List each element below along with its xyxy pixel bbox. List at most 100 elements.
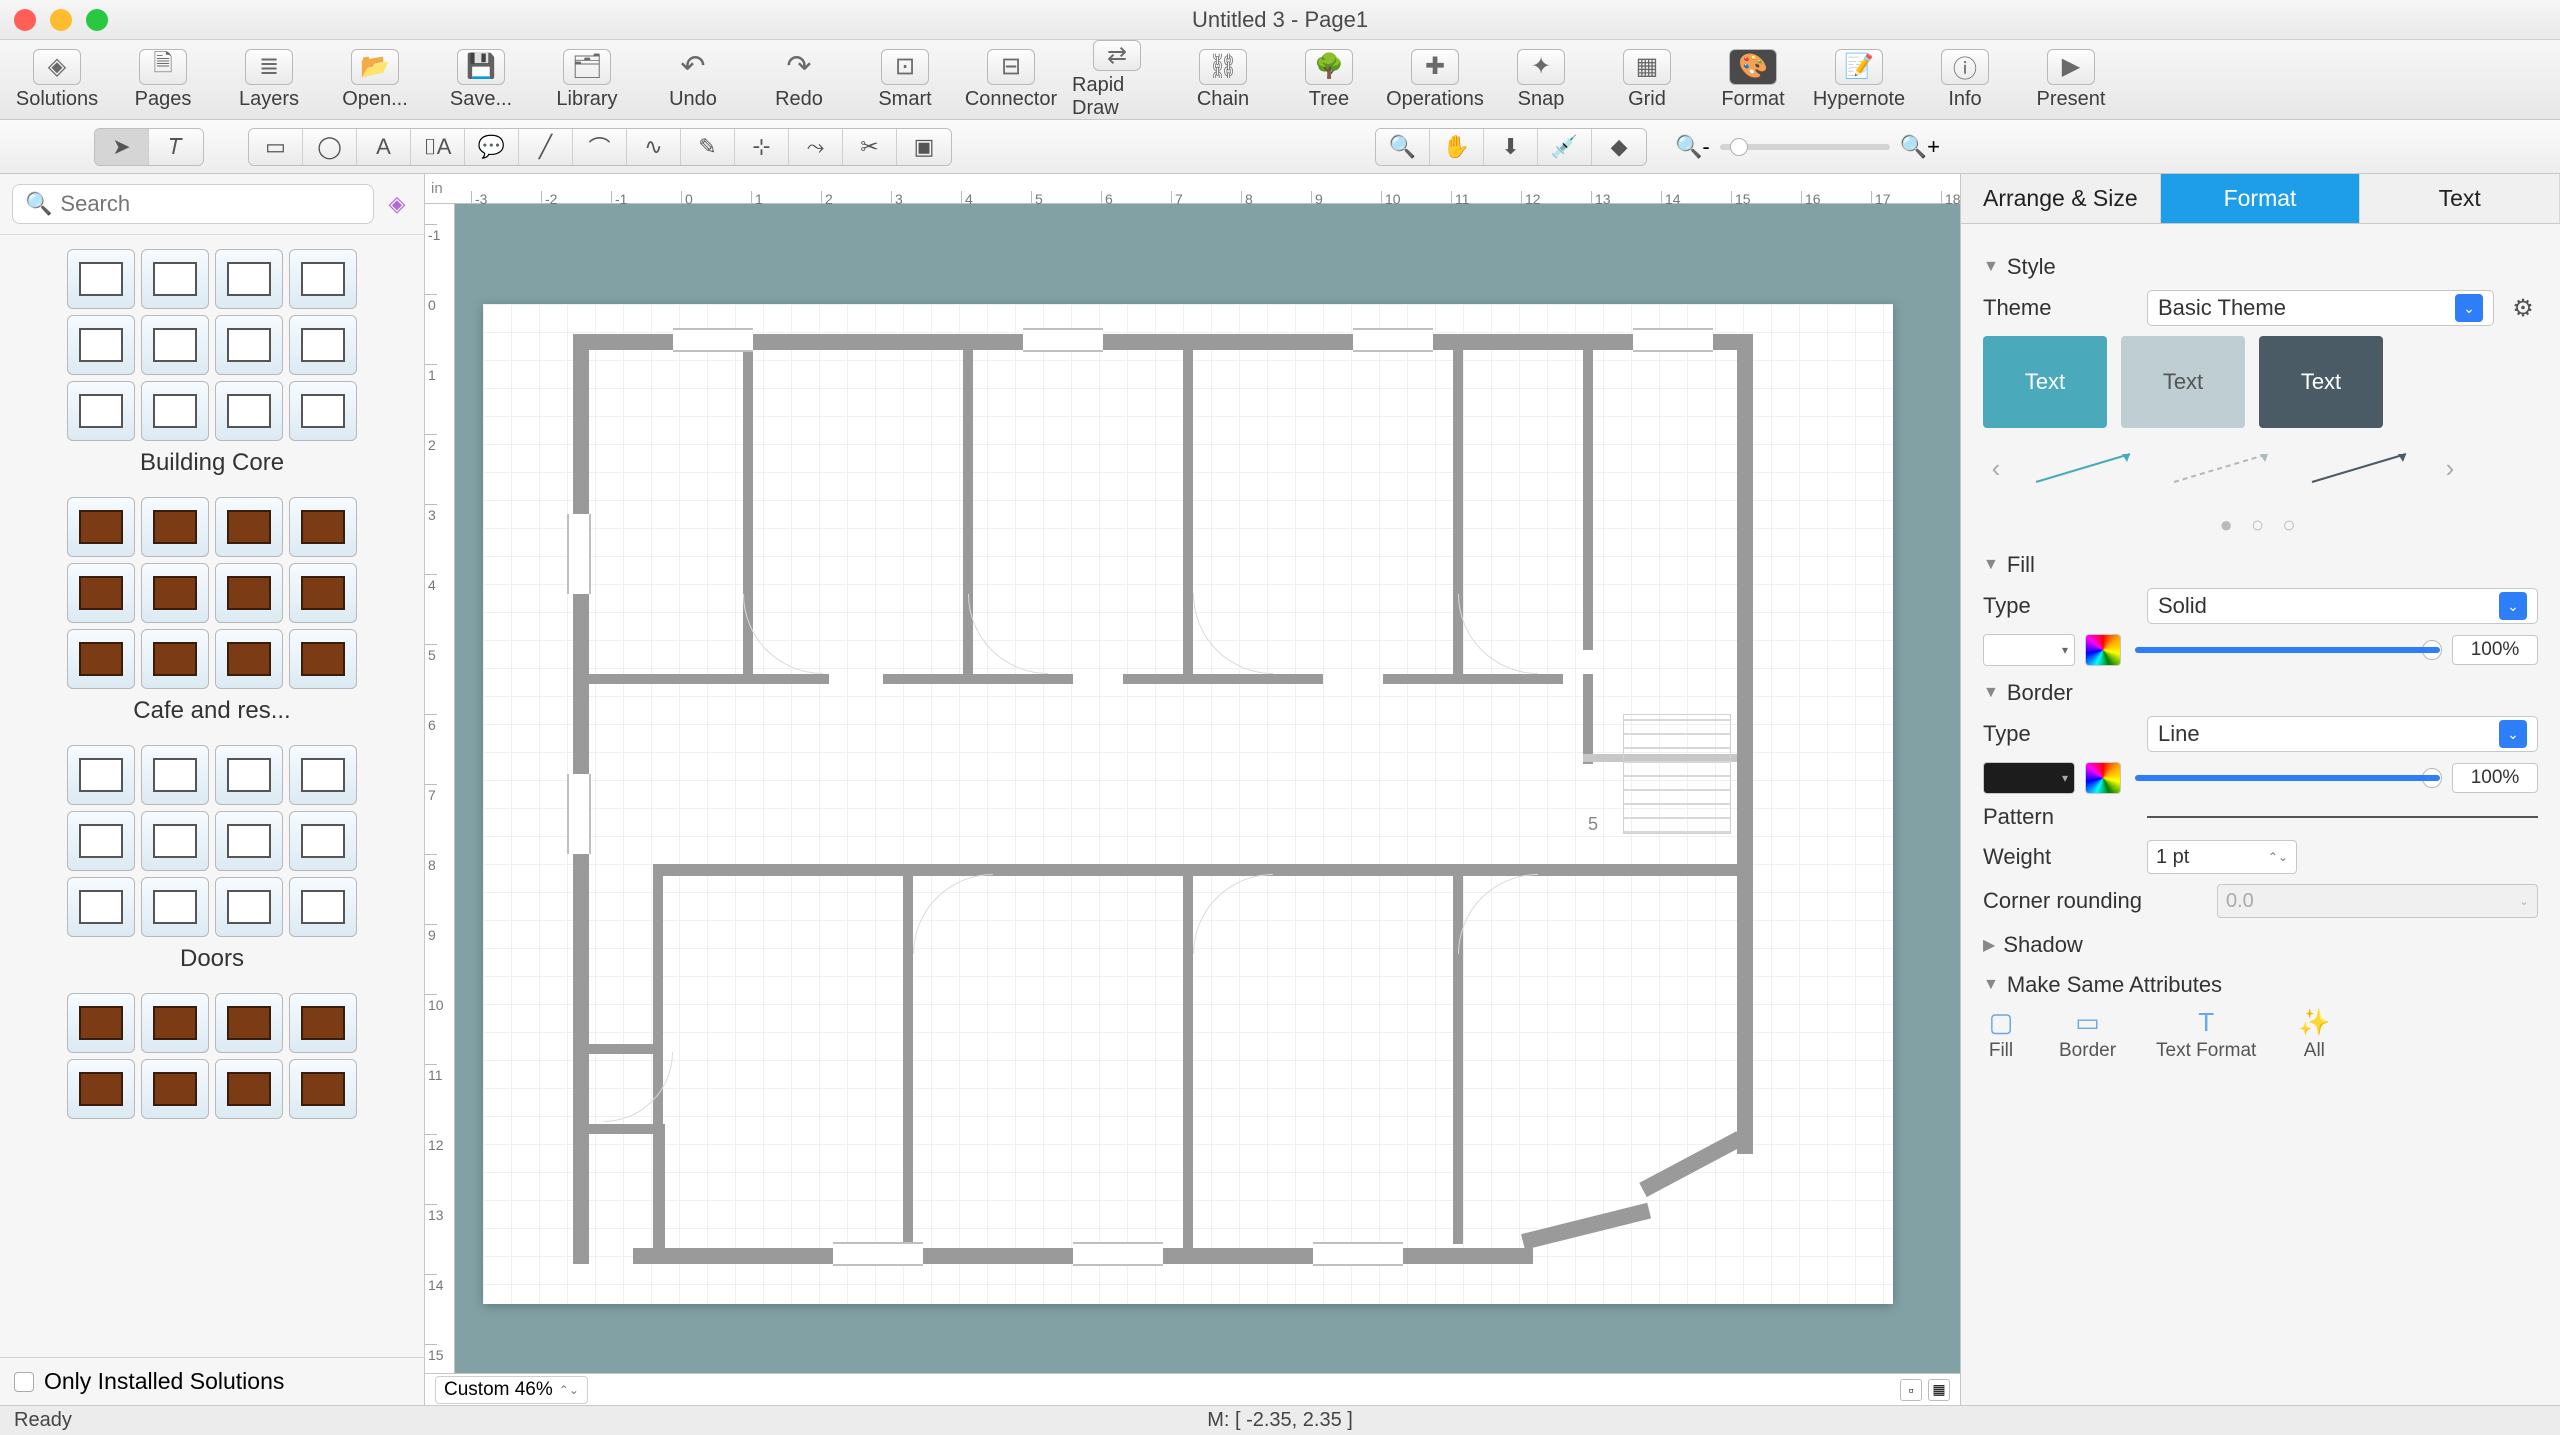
shape-thumb[interactable]: [289, 993, 357, 1053]
shape-thumb[interactable]: [289, 745, 357, 805]
close-window-button[interactable]: [14, 9, 36, 31]
stamp-tool[interactable]: ▣: [897, 129, 951, 165]
tab-arrange-size[interactable]: Arrange & Size: [1961, 174, 2161, 223]
shape-thumb[interactable]: [67, 563, 135, 623]
tab-text[interactable]: Text: [2360, 174, 2560, 223]
snap-toggle-icon[interactable]: ▫: [1900, 1379, 1922, 1401]
shape-thumb[interactable]: [215, 629, 283, 689]
callout-tool[interactable]: 💬: [465, 129, 519, 165]
shape-thumb[interactable]: [215, 745, 283, 805]
same-border-button[interactable]: ▭Border: [2059, 1008, 2116, 1062]
chain-button[interactable]: ⛓Chain: [1178, 42, 1268, 118]
shape-thumb[interactable]: [141, 811, 209, 871]
line-swatch-2[interactable]: [2161, 438, 2285, 498]
shape-thumb[interactable]: [67, 877, 135, 937]
shape-thumb[interactable]: [289, 315, 357, 375]
border-type-select[interactable]: Line⌄: [2147, 716, 2538, 752]
color-wheel-icon[interactable]: [2085, 634, 2121, 666]
shape-thumb[interactable]: [289, 497, 357, 557]
zoom-window-button[interactable]: [86, 9, 108, 31]
shape-thumb[interactable]: [141, 745, 209, 805]
dropper-tool[interactable]: ⬇: [1484, 129, 1538, 165]
border-opacity-slider[interactable]: [2135, 775, 2440, 781]
fill-opacity-slider[interactable]: [2135, 647, 2440, 653]
shape-thumb[interactable]: [67, 249, 135, 309]
connector-button[interactable]: ⊟Connector: [966, 42, 1056, 118]
info-button[interactable]: ⓘInfo: [1920, 42, 2010, 118]
rect-tool[interactable]: ▭: [249, 129, 303, 165]
shape-thumb[interactable]: [141, 563, 209, 623]
section-border-header[interactable]: ▼Border: [1983, 680, 2538, 706]
hand-tool[interactable]: ✋: [1430, 129, 1484, 165]
shape-thumb[interactable]: [141, 315, 209, 375]
only-installed-checkbox[interactable]: [14, 1372, 34, 1392]
shape-thumb[interactable]: [289, 249, 357, 309]
shape-thumb[interactable]: [67, 745, 135, 805]
shape-thumb[interactable]: [67, 811, 135, 871]
pages-button[interactable]: 🗎Pages: [118, 42, 208, 118]
swatch-prev-icon[interactable]: ‹: [1983, 453, 2009, 484]
tree-button[interactable]: 🌳Tree: [1284, 42, 1374, 118]
section-fill-header[interactable]: ▼Fill: [1983, 552, 2538, 578]
same-textformat-button[interactable]: TText Format: [2156, 1008, 2256, 1062]
rapid-button[interactable]: ⇄Rapid Draw: [1072, 42, 1162, 118]
zoom-select[interactable]: Custom 46%⌃⌄: [435, 1376, 588, 1404]
gear-icon[interactable]: ⚙: [2508, 294, 2538, 323]
shape-thumb[interactable]: [141, 497, 209, 557]
border-color-wheel-icon[interactable]: [2085, 762, 2121, 794]
save-button[interactable]: 💾Save...: [436, 42, 526, 118]
operations-button[interactable]: ✚Operations: [1390, 42, 1480, 118]
shape-thumb[interactable]: [289, 1059, 357, 1119]
shape-thumb[interactable]: [289, 877, 357, 937]
scissors-tool[interactable]: ✂: [843, 129, 897, 165]
style-swatch-2[interactable]: Text: [2121, 336, 2245, 428]
shape-thumb[interactable]: [67, 315, 135, 375]
snap-button[interactable]: ✦Snap: [1496, 42, 1586, 118]
present-button[interactable]: ▶Present: [2026, 42, 2116, 118]
pointer-tool[interactable]: ➤: [95, 129, 149, 165]
border-color-dropdown[interactable]: ▾: [1983, 762, 2075, 794]
ellipse-tool[interactable]: ◯: [303, 129, 357, 165]
shape-thumb[interactable]: [215, 249, 283, 309]
section-shadow-header[interactable]: ▶Shadow: [1983, 932, 2538, 958]
swatch-page-dots[interactable]: ● ○ ○: [1983, 512, 2538, 538]
search-input[interactable]: [60, 191, 361, 217]
pin-icon[interactable]: ◈: [382, 184, 412, 224]
shape-thumb[interactable]: [215, 381, 283, 441]
drawing-canvas[interactable]: 5: [455, 204, 1960, 1373]
grid-toggle-icon[interactable]: ▦: [1928, 1379, 1950, 1401]
shape-thumb[interactable]: [215, 811, 283, 871]
same-fill-button[interactable]: ▢Fill: [1983, 1008, 2019, 1062]
section-style-header[interactable]: ▼Style: [1983, 254, 2538, 280]
line-swatch-1[interactable]: [2023, 438, 2147, 498]
textbox-tool[interactable]: ⌷A: [411, 129, 465, 165]
node-tool[interactable]: ⊹: [735, 129, 789, 165]
hypernote-button[interactable]: 📝Hypernote: [1814, 42, 1904, 118]
shape-thumb[interactable]: [141, 629, 209, 689]
shape-thumb[interactable]: [289, 381, 357, 441]
undo-button[interactable]: ↶Undo: [648, 42, 738, 118]
same-all-button[interactable]: ✨All: [2296, 1008, 2332, 1062]
fill-opacity-value[interactable]: 100%: [2452, 635, 2538, 665]
theme-select[interactable]: Basic Theme⌄: [2147, 290, 2494, 326]
pattern-select[interactable]: [2147, 805, 2538, 829]
zoom-slider[interactable]: 🔍- 🔍+: [1675, 134, 1940, 160]
shape-thumb[interactable]: [141, 1059, 209, 1119]
shape-thumb[interactable]: [141, 877, 209, 937]
minimize-window-button[interactable]: [50, 9, 72, 31]
grid-button[interactable]: ▦Grid: [1602, 42, 1692, 118]
curve-tool[interactable]: ∿: [627, 129, 681, 165]
layers-button[interactable]: ≣Layers: [224, 42, 314, 118]
eraser-tool[interactable]: ◆: [1592, 129, 1646, 165]
shape-thumb[interactable]: [67, 629, 135, 689]
magnifier-tool[interactable]: 🔍: [1376, 129, 1430, 165]
shape-thumb[interactable]: [215, 497, 283, 557]
shape-thumb[interactable]: [215, 315, 283, 375]
weight-field[interactable]: 1 pt⌃⌄: [2147, 840, 2297, 874]
library-search[interactable]: 🔍: [12, 184, 374, 224]
solutions-button[interactable]: ◈Solutions: [12, 42, 102, 118]
tab-format[interactable]: Format: [2161, 174, 2361, 223]
corner-field[interactable]: 0.0⌄: [2217, 884, 2538, 918]
smart-button[interactable]: ⊡Smart: [860, 42, 950, 118]
zoom-in-icon[interactable]: 🔍+: [1900, 134, 1940, 160]
